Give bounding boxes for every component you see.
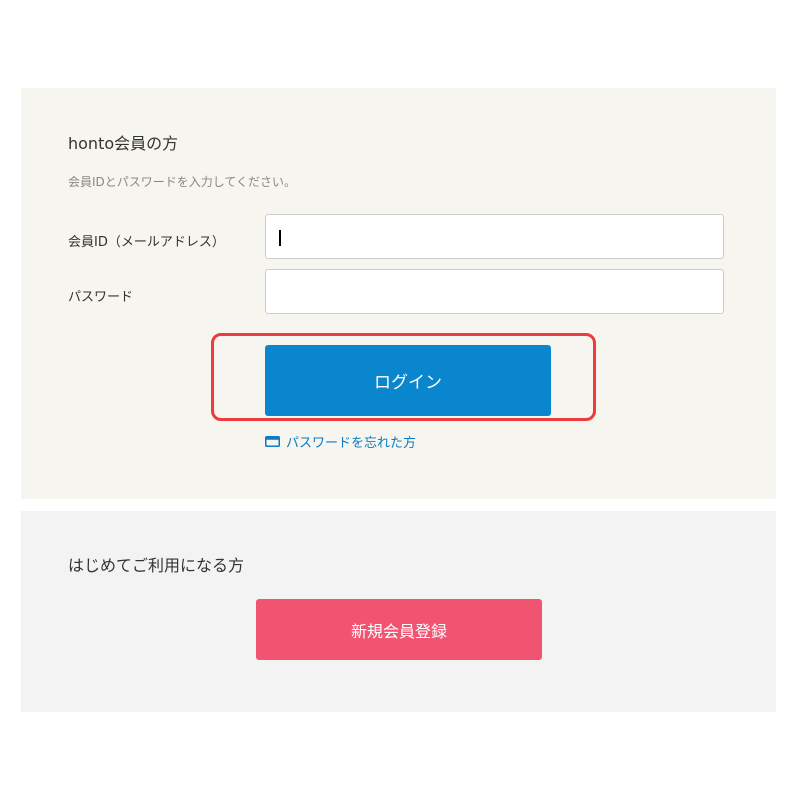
login-button[interactable]: ログイン: [265, 345, 551, 416]
password-input[interactable]: [265, 269, 724, 314]
text-cursor: [279, 230, 281, 246]
new-member-panel: はじめてご利用になる方 新規会員登録: [21, 511, 776, 712]
window-icon: [265, 436, 280, 447]
register-button[interactable]: 新規会員登録: [256, 599, 542, 660]
member-login-panel: honto会員の方 会員IDとパスワードを入力してください。 会員ID（メールア…: [21, 88, 776, 499]
forgot-password-link[interactable]: パスワードを忘れた方: [265, 432, 416, 451]
member-id-input[interactable]: [265, 214, 724, 259]
member-id-label: 会員ID（メールアドレス）: [68, 235, 225, 250]
new-member-heading: はじめてご利用になる方: [68, 556, 245, 575]
login-instruction: 会員IDとパスワードを入力してください。: [68, 175, 297, 189]
member-section-heading: honto会員の方: [68, 134, 179, 153]
password-label: パスワード: [68, 290, 134, 305]
forgot-password-label: パスワードを忘れた方: [286, 436, 417, 451]
